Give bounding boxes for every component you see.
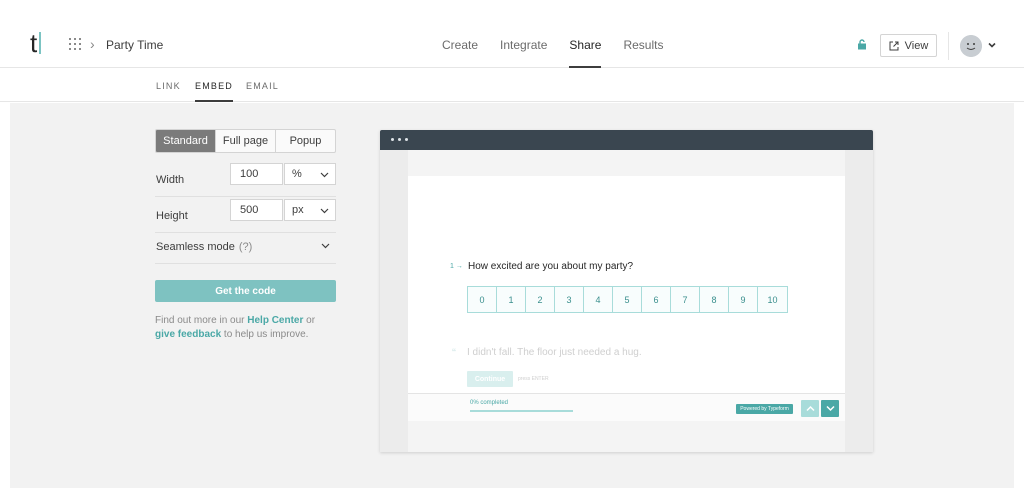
help-center-link[interactable]: Help Center bbox=[247, 315, 303, 326]
scale-option[interactable]: 3 bbox=[555, 287, 584, 312]
seamless-mode-text: Seamless mode bbox=[156, 241, 235, 253]
scale-option[interactable]: 10 bbox=[758, 287, 787, 312]
breadcrumb-form-title[interactable]: Party Time bbox=[106, 38, 163, 52]
question-number: 1 → bbox=[450, 263, 463, 270]
scale-option[interactable]: 8 bbox=[700, 287, 729, 312]
external-link-icon bbox=[889, 41, 899, 50]
opinion-scale: 0 1 2 3 4 5 6 7 8 9 10 bbox=[467, 286, 788, 313]
mode-popup[interactable]: Popup bbox=[276, 130, 335, 152]
height-unit-select[interactable]: px bbox=[284, 199, 336, 221]
chevron-down-icon bbox=[320, 208, 329, 214]
view-button[interactable]: View bbox=[880, 34, 937, 57]
width-row: Width 100 % bbox=[155, 161, 336, 197]
top-bar: t › Party Time Create Integrate Share Re… bbox=[0, 0, 1024, 68]
share-subtabs: LINK EMBED EMAIL bbox=[0, 68, 1024, 102]
help-or: or bbox=[303, 315, 316, 326]
tab-link[interactable]: LINK bbox=[156, 81, 181, 91]
chevron-down-icon[interactable] bbox=[987, 40, 997, 50]
progress-bar bbox=[470, 410, 573, 412]
width-unit-value: % bbox=[292, 168, 302, 180]
preview-window-bar bbox=[380, 130, 873, 150]
scale-option[interactable]: 9 bbox=[729, 287, 758, 312]
embed-mode-selector: Standard Full page Popup bbox=[155, 129, 336, 153]
powered-by-badge[interactable]: Powered by Typeform bbox=[736, 404, 793, 414]
apps-grid-icon[interactable] bbox=[69, 38, 81, 50]
scale-option[interactable]: 6 bbox=[642, 287, 671, 312]
main-nav: Create Integrate Share Results bbox=[442, 38, 663, 68]
height-label: Height bbox=[156, 210, 188, 222]
chevron-down-icon bbox=[825, 405, 835, 412]
chevron-up-icon bbox=[805, 405, 815, 412]
scale-option[interactable]: 1 bbox=[497, 287, 526, 312]
logo-bar bbox=[39, 32, 42, 54]
width-unit-select[interactable]: % bbox=[284, 163, 336, 185]
window-dots-icon bbox=[391, 138, 408, 141]
give-feedback-link[interactable]: give feedback bbox=[155, 329, 221, 340]
nav-create[interactable]: Create bbox=[442, 38, 478, 52]
question-text: How excited are you about my party? bbox=[468, 261, 634, 272]
chevron-down-icon bbox=[320, 172, 329, 178]
view-button-label: View bbox=[904, 39, 929, 52]
scale-option[interactable]: 4 bbox=[584, 287, 613, 312]
tab-email[interactable]: EMAIL bbox=[246, 81, 279, 91]
help-text: Find out more in our Help Center or give… bbox=[155, 314, 340, 342]
scale-option[interactable]: 0 bbox=[468, 287, 497, 312]
embed-preview: 1 → How excited are you about my party? … bbox=[380, 130, 873, 452]
scale-option[interactable]: 5 bbox=[613, 287, 642, 312]
mode-full-page[interactable]: Full page bbox=[216, 130, 276, 152]
header-divider bbox=[948, 32, 949, 60]
nav-results[interactable]: Results bbox=[623, 38, 663, 52]
seamless-mode-label: Seamless mode (?) bbox=[156, 241, 252, 253]
progress-label: 0% completed bbox=[470, 400, 509, 406]
help-prefix: Find out more in our bbox=[155, 315, 248, 326]
help-suffix: to help us improve. bbox=[221, 329, 309, 340]
height-unit-value: px bbox=[292, 204, 304, 216]
typeform-logo[interactable]: t bbox=[30, 28, 42, 58]
chevron-right-icon: › bbox=[90, 36, 95, 52]
preview-frame: 1 → How excited are you about my party? … bbox=[408, 150, 845, 452]
avatar[interactable] bbox=[960, 35, 982, 57]
next-question-button[interactable] bbox=[821, 400, 839, 417]
press-enter-hint: press ENTER bbox=[518, 376, 549, 382]
mode-standard[interactable]: Standard bbox=[156, 130, 216, 152]
continue-button[interactable]: Continue bbox=[467, 371, 513, 387]
width-input[interactable]: 100 bbox=[230, 163, 283, 185]
next-question-text: I didn't fall. The floor just needed a h… bbox=[467, 347, 642, 358]
chevron-down-icon[interactable] bbox=[321, 242, 330, 250]
previous-question-button[interactable] bbox=[801, 400, 819, 417]
seamless-help-hint[interactable]: (?) bbox=[239, 241, 252, 253]
form-card: 1 → How excited are you about my party? … bbox=[408, 176, 845, 393]
quote-icon: “ bbox=[452, 346, 456, 360]
width-label: Width bbox=[156, 174, 185, 186]
scale-option[interactable]: 7 bbox=[671, 287, 700, 312]
seamless-mode-row[interactable]: Seamless mode (?) bbox=[155, 228, 336, 264]
get-code-button[interactable]: Get the code bbox=[155, 280, 336, 302]
scale-option[interactable]: 2 bbox=[526, 287, 555, 312]
logo-letter: t bbox=[30, 28, 38, 58]
lock-icon bbox=[858, 39, 866, 50]
height-input[interactable]: 500 bbox=[230, 199, 283, 221]
form-footer: 0% completed Powered by Typeform bbox=[408, 393, 845, 421]
nav-integrate[interactable]: Integrate bbox=[500, 38, 547, 52]
tab-embed[interactable]: EMBED bbox=[195, 81, 234, 102]
nav-share[interactable]: Share bbox=[569, 38, 602, 68]
